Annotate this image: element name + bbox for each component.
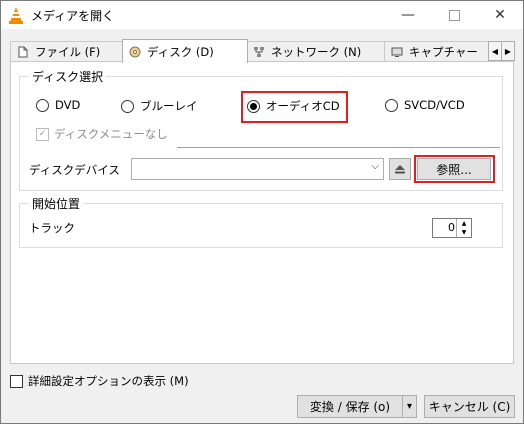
radio-svcd-vcd-label: SVCD/VCD xyxy=(404,98,465,112)
show-advanced-options-checkbox[interactable]: 詳細設定オプションの表示 (M) xyxy=(10,373,189,389)
disc-device-label: ディスクデバイス xyxy=(29,163,120,177)
close-icon: ✕ xyxy=(494,7,506,23)
minimize-button[interactable]: — xyxy=(385,1,431,29)
disc-tab-panel: ディスク選択 DVD ブルーレイ オーディオCD SVCD/VCD ✓ ディスク… xyxy=(10,61,514,364)
radio-bluray[interactable]: ブルーレイ xyxy=(121,98,198,114)
track-value: 0 xyxy=(448,221,455,234)
disc-device-dropdown[interactable]: ⌵ xyxy=(131,158,384,180)
tab-network-label: ネットワーク (N) xyxy=(271,45,362,59)
disc-icon xyxy=(129,46,141,57)
tab-bar: ファイル (F) ディスク (D) ネットワーク (N) キャプチャー ◀ ▶ xyxy=(10,39,515,63)
file-icon xyxy=(18,46,28,58)
radio-indicator xyxy=(385,98,398,112)
spin-up-icon[interactable]: ▲ xyxy=(457,219,471,228)
tab-capture[interactable]: キャプチャー xyxy=(384,41,497,62)
highlight-box-audio-cd xyxy=(241,91,348,123)
network-icon xyxy=(254,47,264,57)
radio-bluray-label: ブルーレイ xyxy=(140,99,198,113)
disc-selection-title: ディスク選択 xyxy=(29,68,107,85)
tab-file-label: ファイル (F) xyxy=(35,45,101,59)
start-position-group xyxy=(19,203,503,248)
close-button[interactable]: ✕ xyxy=(477,1,523,29)
convert-save-dropdown-button[interactable]: ▾ xyxy=(402,395,417,418)
title-bar: メディアを開く — ✕ xyxy=(1,1,523,29)
show-advanced-options-label: 詳細設定オプションの表示 (M) xyxy=(28,374,189,388)
radio-dvd-label: DVD xyxy=(55,98,81,112)
minimize-icon: — xyxy=(401,7,415,23)
tab-disc[interactable]: ディスク (D) xyxy=(122,39,248,63)
start-position-title: 開始位置 xyxy=(29,195,84,212)
checkbox-indicator xyxy=(10,374,23,388)
vlc-logo-icon xyxy=(9,7,23,24)
eject-icon xyxy=(395,165,405,174)
separator xyxy=(177,147,500,148)
convert-save-label: 変換 / 保存 (o) xyxy=(309,400,391,414)
tab-disc-label: ディスク (D) xyxy=(147,44,214,59)
tab-scroll-left-button[interactable]: ◀ xyxy=(488,41,502,61)
radio-indicator xyxy=(121,99,134,113)
radio-indicator xyxy=(36,98,49,112)
tab-network[interactable]: ネットワーク (N) xyxy=(246,41,386,62)
chevron-right-icon: ▶ xyxy=(504,46,512,56)
window-title: メディアを開く xyxy=(31,9,115,23)
chevron-down-icon: ⌵ xyxy=(371,161,379,172)
spin-arrows[interactable]: ▲ ▼ xyxy=(456,219,471,237)
highlight-box-browse xyxy=(414,155,495,183)
tab-file[interactable]: ファイル (F) xyxy=(10,41,128,62)
tab-scroll-right-button[interactable]: ▶ xyxy=(501,41,515,61)
no-disc-menu-checkbox[interactable]: ✓ ディスクメニューなし xyxy=(36,126,168,142)
convert-save-button[interactable]: 変換 / 保存 (o) xyxy=(297,395,403,418)
no-disc-menu-label: ディスクメニューなし xyxy=(54,127,168,141)
maximize-button[interactable] xyxy=(431,1,477,29)
track-spinbox[interactable]: 0 ▲ ▼ xyxy=(432,218,472,238)
cancel-button-label: キャンセル (C) xyxy=(428,400,511,414)
open-media-dialog: メディアを開く — ✕ ファイル (F) ディスク (D) ネットワーク (N)… xyxy=(0,0,524,424)
spin-down-icon[interactable]: ▼ xyxy=(457,228,471,237)
chevron-down-icon: ▾ xyxy=(406,401,413,412)
chevron-left-icon: ◀ xyxy=(491,46,499,56)
capture-icon xyxy=(391,47,403,57)
cancel-button[interactable]: キャンセル (C) xyxy=(424,395,515,418)
checkmark-icon: ✓ xyxy=(36,127,49,141)
radio-dvd[interactable]: DVD xyxy=(36,98,80,112)
radio-svcd-vcd[interactable]: SVCD/VCD xyxy=(385,98,465,112)
maximize-icon xyxy=(448,9,460,21)
tab-capture-label: キャプチャー xyxy=(409,45,478,59)
track-label: トラック xyxy=(29,221,75,235)
eject-button[interactable] xyxy=(389,158,411,180)
